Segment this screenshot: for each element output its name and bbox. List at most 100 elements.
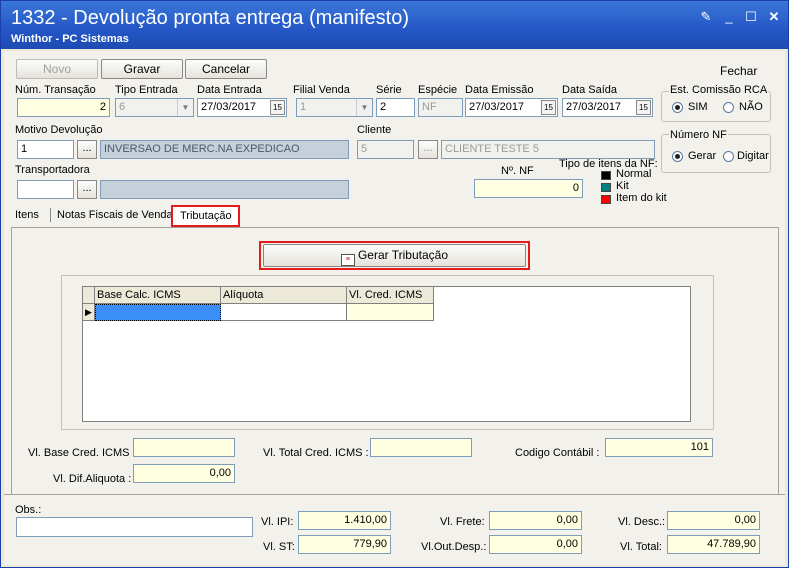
normal-swatch: [601, 171, 611, 180]
chevron-down-icon[interactable]: ▼: [356, 99, 372, 116]
num-transacao-field[interactable]: 2: [17, 98, 110, 117]
data-entrada-value: 27/03/2017: [201, 101, 257, 113]
tipo-entrada-label: Tipo Entrada: [115, 84, 178, 96]
window-title: 1332 - Devolução pronta entrega (manifes…: [11, 7, 410, 29]
grid-cell-aliquota[interactable]: [221, 304, 347, 321]
filial-venda-value: 1: [300, 101, 307, 113]
data-entrada-label: Data Entrada: [197, 84, 262, 96]
transportadora-desc-field: [100, 180, 349, 199]
data-saida-value: 27/03/2017: [566, 101, 622, 113]
filial-venda-select[interactable]: 1 ▼: [296, 98, 373, 117]
close-icon[interactable]: ✕: [766, 9, 782, 25]
document-icon: ≡: [340, 254, 355, 266]
vl-frete-field[interactable]: 0,00: [489, 511, 582, 530]
codigo-contabil-field[interactable]: 101: [605, 438, 713, 457]
kit-legend-label: Kit: [616, 180, 629, 192]
transportadora-search-button[interactable]: ...: [77, 180, 97, 199]
grid-header-vl-cred[interactable]: Vl. Cred. ICMS: [347, 287, 434, 304]
data-entrada-field[interactable]: 27/03/2017 15: [197, 98, 287, 117]
vl-ipi-label: Vl. IPI:: [261, 516, 294, 528]
vl-st-field[interactable]: 779,90: [298, 535, 391, 554]
vl-out-desp-field[interactable]: 0,00: [489, 535, 582, 554]
edit-icon[interactable]: ✎: [698, 9, 714, 25]
sim-label: SIM: [688, 101, 708, 113]
vl-base-cred-label: Vl. Base Cred. ICMS :: [28, 447, 136, 459]
obs-field[interactable]: [16, 517, 253, 537]
nao-label: NÃO: [739, 101, 763, 113]
tab-notas-fiscais[interactable]: Notas Fiscais de Venda: [57, 209, 173, 221]
vl-ipi-field[interactable]: 1.410,00: [298, 511, 391, 530]
cliente-search-button[interactable]: ...: [418, 140, 438, 159]
window-subtitle: Winthor - PC Sistemas: [11, 33, 129, 45]
normal-legend-label: Normal: [616, 168, 652, 180]
cliente-desc-field: CLIENTE TESTE 5: [441, 140, 655, 159]
vl-frete-label: Vl. Frete:: [440, 516, 485, 528]
row-indicator-icon: ▶: [83, 304, 95, 321]
vl-out-desp-label: Vl.Out.Desp.:: [421, 541, 487, 553]
num-nf-label: Nº. NF: [501, 165, 534, 177]
data-emissao-field[interactable]: 27/03/2017 15: [465, 98, 558, 117]
grid-cell-base-calc[interactable]: [95, 304, 221, 321]
kit-swatch: [601, 183, 611, 192]
gravar-button[interactable]: Gravar: [101, 59, 183, 79]
title-bar: 1332 - Devolução pronta entrega (manifes…: [1, 1, 788, 49]
serie-label: Série: [376, 84, 402, 96]
tributacao-grid[interactable]: Base Calc. ICMS Alíquota Vl. Cred. ICMS …: [82, 286, 691, 422]
calendar-icon[interactable]: 15: [541, 100, 556, 115]
data-saida-field[interactable]: 27/03/2017 15: [562, 98, 653, 117]
maximize-icon[interactable]: ☐: [743, 9, 759, 25]
data-saida-label: Data Saída: [562, 84, 618, 96]
data-emissao-label: Data Emissão: [465, 84, 534, 96]
main-content: Novo Gravar Cancelar Fechar Núm. Transaç…: [4, 51, 785, 565]
motivo-search-button[interactable]: ...: [77, 140, 97, 159]
especie-field[interactable]: NF: [418, 98, 463, 117]
vl-st-label: Vl. ST:: [263, 541, 295, 553]
vl-dif-aliquota-field[interactable]: 0,00: [133, 464, 235, 483]
vl-desc-field[interactable]: 0,00: [667, 511, 760, 530]
vl-total-field[interactable]: 47.789,90: [667, 535, 760, 554]
motivo-code-field[interactable]: 1: [17, 140, 74, 159]
tipo-entrada-value: 6: [119, 101, 126, 113]
digitar-label: Digitar: [737, 150, 769, 162]
gerar-radio[interactable]: [672, 151, 683, 162]
digitar-radio[interactable]: [723, 151, 734, 162]
num-transacao-label: Núm. Transação: [15, 84, 96, 96]
cancelar-button[interactable]: Cancelar: [185, 59, 267, 79]
motivo-desc-field: INVERSAO DE MERC.NA EXPEDICAO: [100, 140, 349, 159]
tab-itens[interactable]: Itens: [15, 209, 39, 221]
novo-button[interactable]: Novo: [16, 59, 98, 79]
gerar-tributacao-button[interactable]: ≡ Gerar Tributação: [263, 244, 526, 267]
vl-total-label: Vl. Total:: [620, 541, 662, 553]
vl-total-cred-field[interactable]: [370, 438, 472, 457]
filial-venda-label: Filial Venda: [293, 84, 350, 96]
fechar-button[interactable]: Fechar: [720, 64, 757, 78]
sim-radio[interactable]: [672, 102, 683, 113]
vl-desc-label: Vl. Desc.:: [618, 516, 666, 528]
app-window: 1332 - Devolução pronta entrega (manifes…: [0, 0, 789, 568]
num-nf-field[interactable]: 0: [474, 179, 583, 198]
serie-field[interactable]: 2: [376, 98, 415, 117]
grid-header-aliquota[interactable]: Alíquota: [221, 287, 347, 304]
motivo-label: Motivo Devolução: [15, 124, 103, 136]
tab-divider: [50, 208, 51, 222]
item-kit-legend-label: Item do kit: [616, 192, 667, 204]
cliente-code-field[interactable]: 5: [357, 140, 414, 159]
codigo-contabil-label: Codigo Contábil :: [515, 447, 600, 459]
tipo-entrada-select[interactable]: 6 ▼: [115, 98, 194, 117]
chevron-down-icon[interactable]: ▼: [177, 99, 193, 116]
tab-tributacao[interactable]: Tributação: [171, 205, 240, 227]
transportadora-code-field[interactable]: [17, 180, 74, 199]
transportadora-label: Transportadora: [15, 164, 90, 176]
grid-cell-vl-cred[interactable]: [347, 304, 434, 321]
minimize-icon[interactable]: _: [721, 9, 737, 25]
gerar-tributacao-label: Gerar Tributação: [357, 248, 449, 262]
nao-radio[interactable]: [723, 102, 734, 113]
calendar-icon[interactable]: 15: [270, 100, 285, 115]
calendar-icon[interactable]: 15: [636, 100, 651, 115]
vl-base-cred-field[interactable]: [133, 438, 235, 457]
tab-tributacao-label: Tributação: [180, 210, 232, 222]
cliente-label: Cliente: [357, 124, 392, 136]
especie-label: Espécie: [418, 84, 458, 96]
grid-header-base-calc[interactable]: Base Calc. ICMS: [95, 287, 221, 304]
item-kit-swatch: [601, 195, 611, 204]
